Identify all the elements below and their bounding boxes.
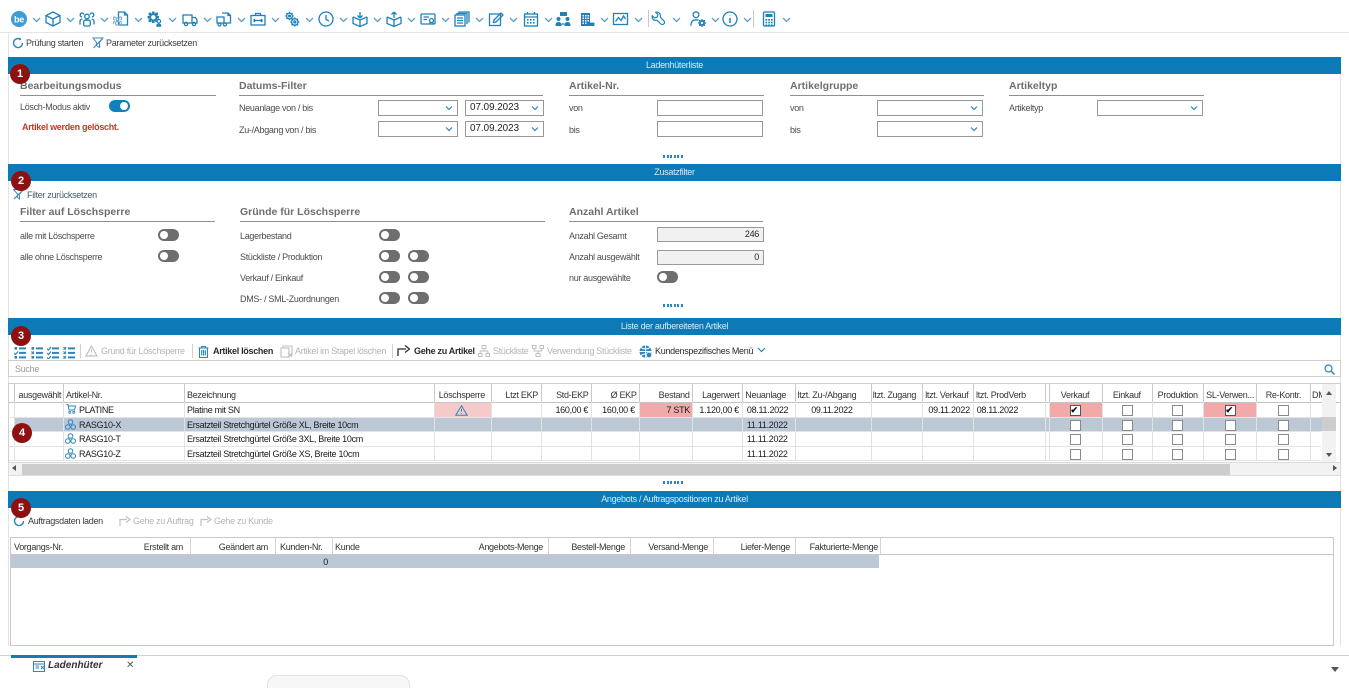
svg-text:be: be bbox=[14, 15, 24, 25]
